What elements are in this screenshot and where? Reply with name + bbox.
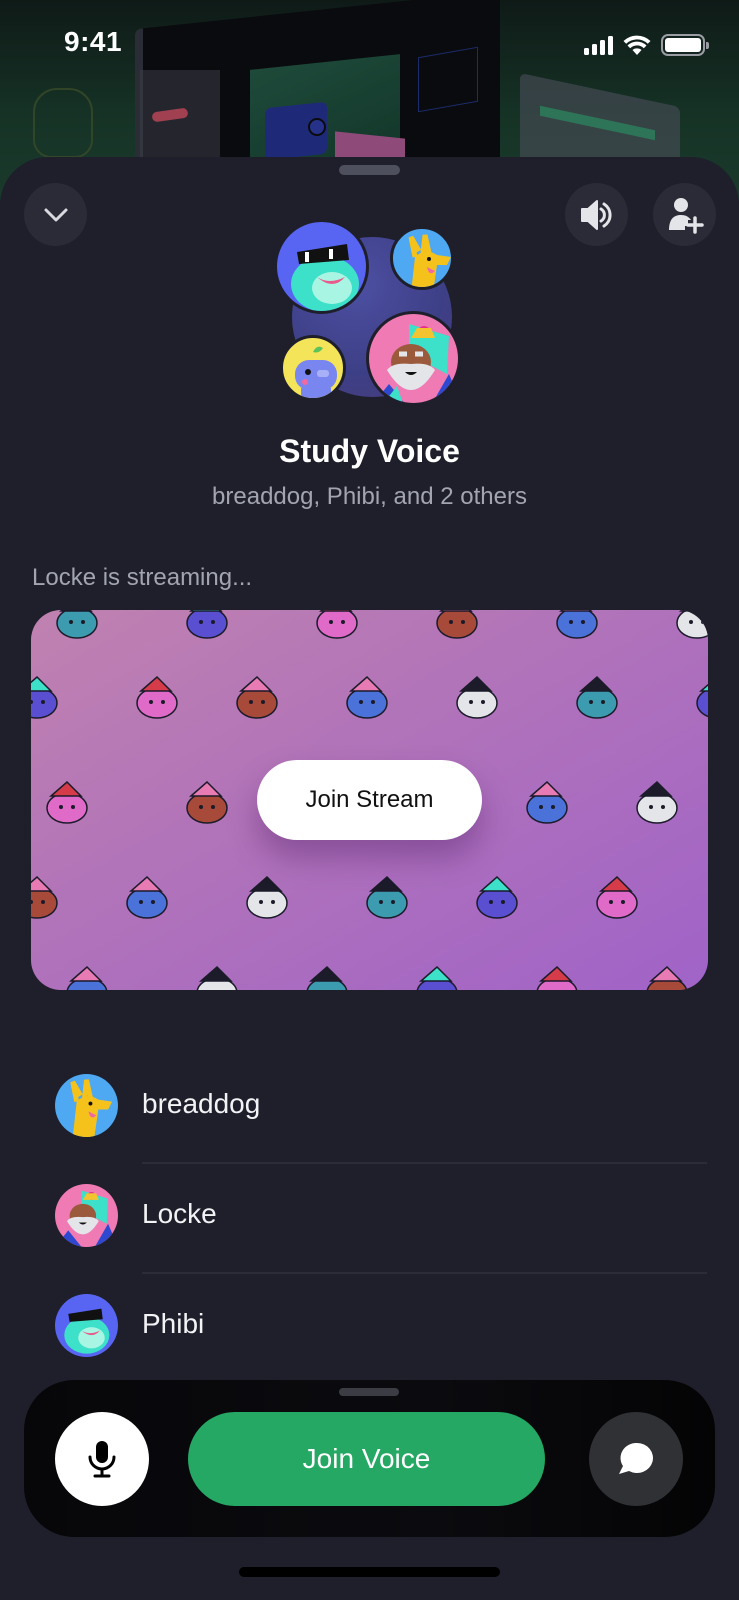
- status-icons: [584, 34, 709, 56]
- cowboy-sticker: [231, 675, 283, 721]
- channel-participants-summary: breaddog, Phibi, and 2 others: [212, 483, 527, 510]
- member-name: breaddog: [142, 1088, 261, 1119]
- cowboy-sticker: [431, 610, 483, 641]
- blob-sticker: [311, 610, 363, 641]
- avatar-phibi: [274, 219, 369, 314]
- knight-sticker: [691, 675, 708, 721]
- divider: [142, 1272, 707, 1274]
- invite-button[interactable]: [653, 183, 716, 246]
- wizard-sticker: [361, 875, 413, 921]
- status-time: 9:41: [64, 26, 123, 57]
- sage-sticker: [241, 875, 293, 921]
- add-user-icon: [668, 197, 704, 234]
- member-row[interactable]: breaddog: [0, 1074, 739, 1184]
- join-stream-button[interactable]: Join Stream: [257, 760, 482, 840]
- hand-illustration: [33, 88, 93, 158]
- divider: [142, 1162, 707, 1164]
- speaker-button[interactable]: [565, 183, 628, 246]
- speaker-icon: [580, 199, 611, 230]
- wizard-sticker: [571, 675, 623, 721]
- cellular-signal-icon: [584, 35, 613, 55]
- cowboy-sticker: [641, 965, 693, 990]
- join-voice-button[interactable]: Join Voice: [188, 1412, 545, 1506]
- knight-sticker: [471, 875, 523, 921]
- controls-grabber[interactable]: [339, 1388, 399, 1396]
- knight-sticker: [181, 610, 233, 641]
- blob-sticker: [41, 780, 93, 826]
- robot-sticker: [121, 875, 173, 921]
- sheet-grabber[interactable]: [339, 165, 400, 175]
- cowboy-sticker: [31, 875, 63, 921]
- robot-sticker: [341, 675, 393, 721]
- sage-sticker: [191, 965, 243, 990]
- microphone-button[interactable]: [55, 1412, 149, 1506]
- blob-sticker: [591, 875, 643, 921]
- avatar-clyde: [280, 335, 346, 401]
- wizard-sticker: [301, 965, 353, 990]
- avatar-breaddog: [390, 226, 454, 290]
- camera-lens: [308, 118, 326, 136]
- member-name: Phibi: [142, 1308, 205, 1339]
- member-avatar-breaddog: [55, 1074, 118, 1137]
- channel-title: Study Voice: [279, 433, 460, 469]
- member-avatar-locke: [55, 1184, 118, 1247]
- robot-sticker: [61, 965, 113, 990]
- robot-sticker: [551, 610, 603, 641]
- home-indicator: [239, 1567, 500, 1577]
- member-name: Locke: [142, 1198, 217, 1229]
- member-row[interactable]: Locke: [0, 1184, 739, 1294]
- microphone-icon: [88, 1441, 116, 1478]
- collapse-button[interactable]: [24, 183, 87, 246]
- voice-controls-bar: Join Voice: [24, 1380, 715, 1537]
- blob-sticker: [531, 965, 583, 990]
- member-avatar-phibi: [55, 1294, 118, 1357]
- sage-sticker: [631, 780, 683, 826]
- participant-avatar-cluster: [272, 217, 472, 417]
- streaming-status-label: Locke is streaming...: [32, 564, 253, 591]
- status-bar: 9:41: [0, 0, 739, 90]
- knight-sticker: [31, 675, 63, 721]
- battery-icon: [661, 34, 709, 56]
- stream-preview[interactable]: Join Stream: [31, 610, 708, 990]
- blob-sticker: [131, 675, 183, 721]
- chat-button[interactable]: [589, 1412, 683, 1506]
- avatar-locke: [366, 311, 461, 406]
- cowboy-sticker: [181, 780, 233, 826]
- chevron-down-icon: [44, 208, 67, 221]
- wifi-icon: [623, 35, 651, 55]
- robot-sticker: [521, 780, 573, 826]
- sage-sticker: [671, 610, 708, 641]
- wizard-sticker: [51, 610, 103, 641]
- knight-sticker: [411, 965, 463, 990]
- sage-sticker: [451, 675, 503, 721]
- chat-bubble-icon: [619, 1442, 653, 1474]
